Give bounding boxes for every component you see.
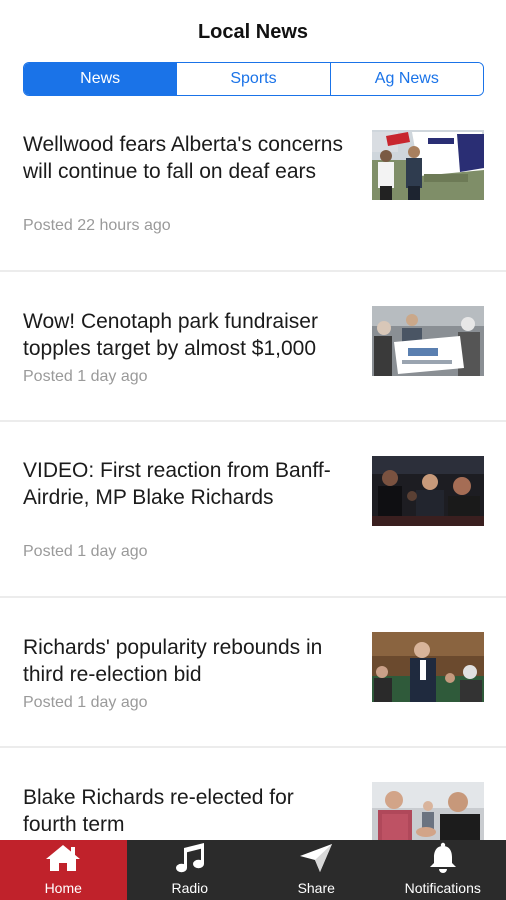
home-icon (43, 842, 83, 874)
tab-news[interactable]: News (24, 63, 177, 95)
music-note-icon (170, 842, 210, 874)
news-article[interactable]: Wow! Cenotaph park fundraiser topples ta… (0, 272, 506, 422)
news-feed: Wellwood fears Alberta's concerns will c… (0, 96, 506, 840)
article-headline[interactable]: Wellwood fears Alberta's concerns will c… (23, 132, 353, 185)
article-thumbnail[interactable] (372, 130, 484, 200)
article-timestamp: Posted 1 day ago (23, 368, 148, 385)
tabbar-share-label: Share (297, 880, 335, 896)
category-segmented-control: News Sports Ag News (23, 62, 484, 96)
tab-ag-news[interactable]: Ag News (329, 63, 483, 95)
article-headline[interactable]: Blake Richards re-elected for fourth ter… (23, 785, 353, 838)
article-headline[interactable]: Wow! Cenotaph park fundraiser topples ta… (23, 309, 353, 362)
photo-handshake (372, 782, 484, 840)
article-thumbnail[interactable] (372, 456, 484, 526)
news-article[interactable]: VIDEO: First reaction from Banff- Airdri… (0, 422, 506, 598)
news-article[interactable]: Wellwood fears Alberta's concerns will c… (0, 96, 506, 272)
tabbar-home-label: Home (44, 880, 82, 896)
bottom-tab-bar: Home Radio Share Notifications (0, 840, 506, 900)
tabbar-home[interactable]: Home (0, 840, 127, 900)
news-article[interactable]: Blake Richards re-elected for fourth ter… (0, 748, 506, 840)
tabbar-radio-label: Radio (171, 880, 209, 896)
bell-icon (423, 842, 463, 874)
paper-plane-icon (296, 842, 336, 874)
tab-sports[interactable]: Sports (176, 63, 330, 95)
article-thumbnail[interactable] (372, 306, 484, 376)
article-thumbnail[interactable] (372, 632, 484, 702)
article-timestamp: Posted 1 day ago (23, 543, 148, 560)
app-header: Local News (0, 0, 506, 62)
photo-campaign-sign (372, 130, 484, 200)
article-headline[interactable]: Richards' popularity rebounds in third r… (23, 635, 353, 688)
article-timestamp: Posted 1 day ago (23, 694, 148, 711)
article-thumbnail[interactable] (372, 782, 484, 840)
news-article[interactable]: Richards' popularity rebounds in third r… (0, 598, 506, 748)
photo-house-of-commons (372, 632, 484, 702)
tabbar-notifications-label: Notifications (404, 880, 481, 896)
page-title: Local News (197, 20, 309, 43)
tabbar-radio[interactable]: Radio (127, 840, 254, 900)
photo-election-night-crowd (372, 456, 484, 526)
tabbar-share[interactable]: Share (253, 840, 380, 900)
tabbar-notifications[interactable]: Notifications (380, 840, 506, 900)
photo-cheque-presentation (372, 306, 484, 376)
article-headline[interactable]: VIDEO: First reaction from Banff- Airdri… (23, 458, 353, 511)
article-timestamp: Posted 22 hours ago (23, 217, 171, 234)
